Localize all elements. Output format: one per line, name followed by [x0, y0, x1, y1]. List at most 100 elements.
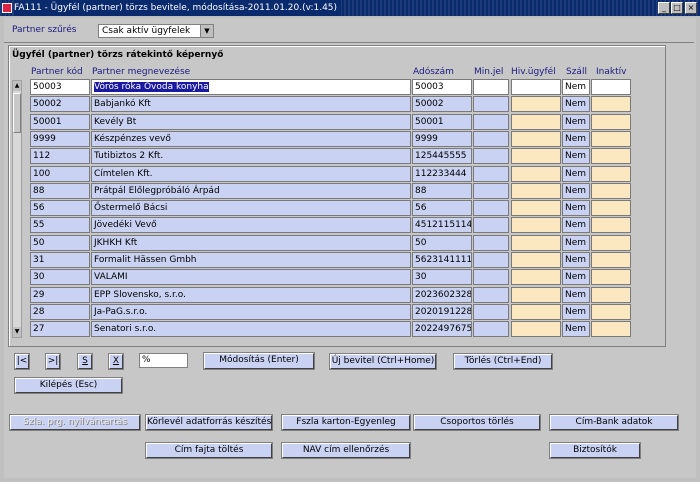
official-client-cell[interactable] [511, 166, 561, 182]
partner-code-cell[interactable]: 9999 [30, 131, 90, 147]
partner-name-cell[interactable]: Tutibiztos 2 Kft. [91, 148, 411, 164]
tax-number-cell[interactable]: 30 [412, 269, 472, 285]
invoice-program-registry-button[interactable]: Szla. prg. nyilvántartás [9, 414, 141, 431]
partner-name-cell[interactable]: Ja-PaG.s.r.o. [91, 304, 411, 320]
min-mark-cell[interactable] [473, 252, 509, 268]
inactive-cell[interactable] [591, 217, 631, 233]
partner-name-cell[interactable]: Prátpál Előlegpróbáló Árpád [91, 183, 411, 199]
inactive-cell[interactable] [591, 252, 631, 268]
min-mark-cell[interactable] [473, 183, 509, 199]
minimize-icon[interactable]: _ [658, 2, 670, 14]
min-mark-cell[interactable] [473, 200, 509, 216]
partner-name-cell[interactable]: JKHKH Kft [91, 235, 411, 251]
modify-button[interactable]: Módosítás (Enter) [203, 352, 315, 370]
partner-name-cell[interactable]: Címtelen Kft. [91, 166, 411, 182]
min-mark-cell[interactable] [473, 114, 509, 130]
supplier-cell[interactable]: Nem [562, 321, 590, 337]
partner-code-cell[interactable]: 55 [30, 217, 90, 233]
new-entry-button[interactable]: Új bevitel (Ctrl+Home) [329, 353, 437, 370]
nav-address-check-button[interactable]: NAV cím ellenőrzés [281, 442, 411, 459]
search-input[interactable]: % [139, 353, 188, 368]
last-record-button[interactable]: >| [45, 353, 61, 370]
official-client-cell[interactable] [511, 131, 561, 147]
delete-button[interactable]: Törlés (Ctrl+End) [453, 353, 553, 370]
table-row[interactable]: 55 Jövedéki Vevő 45121151143 Nem [30, 217, 632, 234]
tax-number-cell[interactable]: 2022497675 [412, 321, 472, 337]
supplier-cell[interactable]: Nem [562, 148, 590, 164]
table-row[interactable]: 28 Ja-PaG.s.r.o. 2020191228 Nem [30, 304, 632, 321]
table-row[interactable]: 50001 Kevély Bt 50001 Nem [30, 114, 632, 131]
supplier-cell[interactable]: Nem [562, 269, 590, 285]
table-row[interactable]: 9999 Készpénzes vevő 9999 Nem [30, 131, 632, 148]
inactive-cell[interactable] [591, 114, 631, 130]
supplier-cell[interactable]: Nem [562, 217, 590, 233]
scroll-down-icon[interactable]: ▼ [13, 327, 21, 337]
close-icon[interactable]: × [685, 2, 697, 14]
partner-code-cell[interactable]: 50003 [30, 79, 90, 95]
official-client-cell[interactable] [511, 287, 561, 303]
table-row[interactable]: 27 Senatori s.r.o. 2022497675 Nem [30, 321, 632, 338]
partner-code-cell[interactable]: 28 [30, 304, 90, 320]
app-icon[interactable] [2, 3, 12, 13]
partner-code-cell[interactable]: 30 [30, 269, 90, 285]
official-client-cell[interactable] [511, 79, 561, 95]
table-row[interactable]: 50003 Vörös róka Óvoda konyha 50003 Nem [30, 79, 632, 96]
partner-name-cell[interactable]: Vörös róka Óvoda konyha [91, 79, 411, 95]
inactive-cell[interactable] [591, 131, 631, 147]
supplier-cell[interactable]: Nem [562, 287, 590, 303]
partner-code-cell[interactable]: 88 [30, 183, 90, 199]
maximize-icon[interactable]: □ [671, 2, 683, 14]
first-record-button[interactable]: |< [14, 353, 30, 370]
tax-number-cell[interactable]: 112233444 [412, 166, 472, 182]
partner-code-cell[interactable]: 27 [30, 321, 90, 337]
ledger-card-balance-button[interactable]: Fszla karton-Egyenleg [281, 414, 411, 431]
min-mark-cell[interactable] [473, 131, 509, 147]
tax-number-cell[interactable]: 2020191228 [412, 304, 472, 320]
supplier-cell[interactable]: Nem [562, 96, 590, 112]
partner-filter-select[interactable]: Csak aktív ügyfelek ▼ [98, 24, 214, 38]
partner-code-cell[interactable]: 56 [30, 200, 90, 216]
table-row[interactable]: 56 Őstermelő Bácsi 56 Nem [30, 200, 632, 217]
inactive-cell[interactable] [591, 79, 631, 95]
table-row[interactable]: 88 Prátpál Előlegpróbáló Árpád 88 Nem [30, 183, 632, 200]
min-mark-cell[interactable] [473, 321, 509, 337]
supplier-cell[interactable]: Nem [562, 114, 590, 130]
chevron-down-icon[interactable]: ▼ [200, 25, 213, 37]
partner-name-cell[interactable]: Senatori s.r.o. [91, 321, 411, 337]
tax-number-cell[interactable]: 56231411112 [412, 252, 472, 268]
supplier-cell[interactable]: Nem [562, 166, 590, 182]
bulk-delete-button[interactable]: Csoportos törlés [413, 414, 541, 431]
inactive-cell[interactable] [591, 269, 631, 285]
supplier-cell[interactable]: Nem [562, 183, 590, 199]
official-client-cell[interactable] [511, 252, 561, 268]
partner-code-cell[interactable]: 112 [30, 148, 90, 164]
mail-merge-source-button[interactable]: Körlevél adatforrás készítés [145, 414, 273, 431]
s-button[interactable]: S [77, 353, 93, 370]
official-client-cell[interactable] [511, 183, 561, 199]
official-client-cell[interactable] [511, 304, 561, 320]
partner-name-cell[interactable]: Jövedéki Vevő [91, 217, 411, 233]
partner-name-cell[interactable]: Formalit Hässen Gmbh [91, 252, 411, 268]
scroll-up-icon[interactable]: ▲ [13, 81, 21, 91]
official-client-cell[interactable] [511, 200, 561, 216]
supplier-cell[interactable]: Nem [562, 200, 590, 216]
official-client-cell[interactable] [511, 321, 561, 337]
min-mark-cell[interactable] [473, 304, 509, 320]
inactive-cell[interactable] [591, 287, 631, 303]
tax-number-cell[interactable]: 45121151143 [412, 217, 472, 233]
min-mark-cell[interactable] [473, 269, 509, 285]
official-client-cell[interactable] [511, 96, 561, 112]
min-mark-cell[interactable] [473, 235, 509, 251]
partner-name-cell[interactable]: Készpénzes vevő [91, 131, 411, 147]
min-mark-cell[interactable] [473, 79, 509, 95]
tax-number-cell[interactable]: 125445555 [412, 148, 472, 164]
exit-button[interactable]: Kilépés (Esc) [14, 377, 123, 394]
supplier-cell[interactable]: Nem [562, 131, 590, 147]
inactive-cell[interactable] [591, 321, 631, 337]
partner-code-cell[interactable]: 100 [30, 166, 90, 182]
table-row[interactable]: 50002 Babjankó Kft 50002 Nem [30, 96, 632, 113]
partner-name-cell[interactable]: Őstermelő Bácsi [91, 200, 411, 216]
supplier-cell[interactable]: Nem [562, 252, 590, 268]
inactive-cell[interactable] [591, 304, 631, 320]
inactive-cell[interactable] [591, 166, 631, 182]
